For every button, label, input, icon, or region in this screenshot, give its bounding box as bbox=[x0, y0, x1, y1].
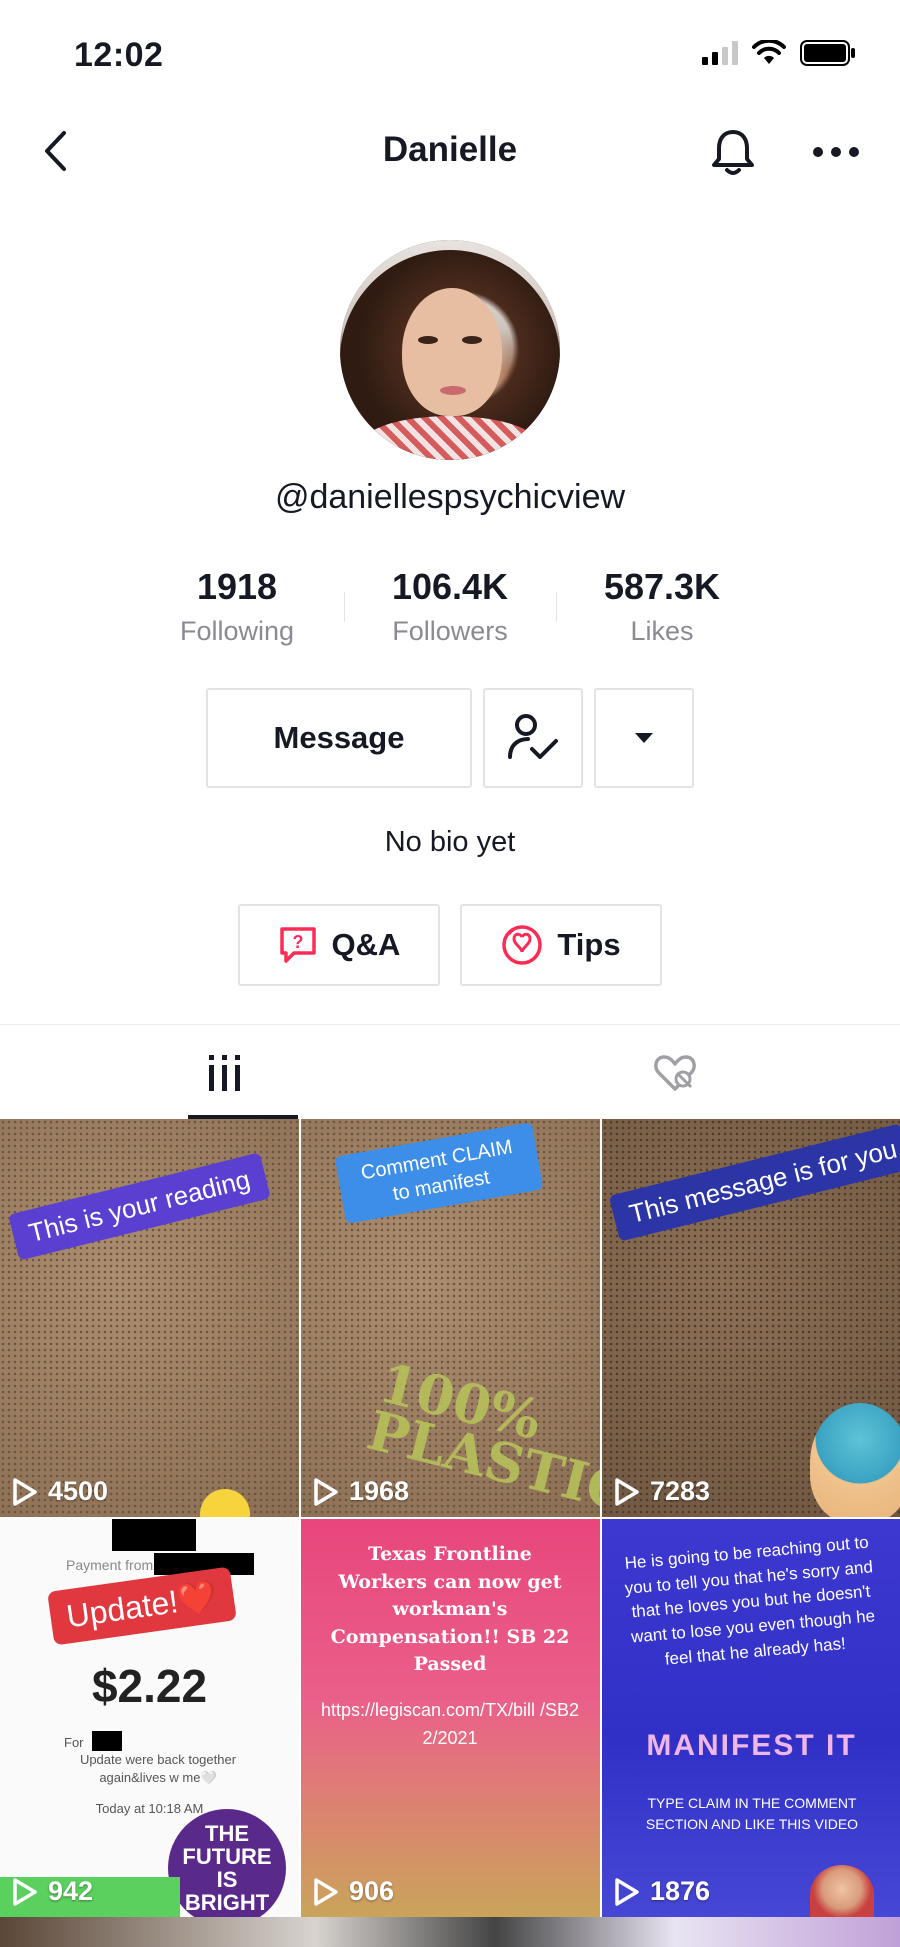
status-icons bbox=[702, 40, 856, 66]
payment-time: Today at 10:18 AM bbox=[95, 1801, 204, 1816]
stat-value: 1918 bbox=[196, 566, 278, 607]
video-cta: TYPE CLAIM IN THE COMMENT SECTION AND LI… bbox=[645, 1795, 859, 1832]
play-icon bbox=[615, 1477, 639, 1506]
tips-label: Tips bbox=[557, 927, 621, 962]
view-count-value: 4500 bbox=[48, 1476, 109, 1506]
stat-likes[interactable]: 587.3K Likes bbox=[562, 566, 762, 647]
wifi-icon bbox=[752, 40, 786, 64]
redaction-bar bbox=[92, 1731, 122, 1751]
tips-heart-icon bbox=[502, 925, 543, 965]
update-badge: Update!❤️ bbox=[47, 1566, 237, 1646]
emoji-sticker bbox=[200, 1489, 250, 1517]
avatar[interactable] bbox=[340, 240, 560, 460]
presenter-thumbnail bbox=[810, 1865, 874, 1917]
redaction-bar bbox=[112, 1519, 196, 1551]
qa-button[interactable]: ? Q&A bbox=[238, 904, 440, 986]
view-count: 4500 bbox=[12, 1476, 108, 1507]
view-count-value: 7283 bbox=[650, 1476, 711, 1506]
top-nav: Danielle bbox=[0, 110, 900, 194]
more-options-button[interactable] bbox=[806, 128, 866, 176]
stat-following[interactable]: 1918 Following bbox=[137, 566, 337, 647]
video-tile[interactable]: This message is for you 7283 bbox=[602, 1119, 900, 1517]
view-count: 906 bbox=[313, 1876, 394, 1907]
notification-button[interactable] bbox=[706, 124, 760, 180]
manifest-title: MANIFEST IT bbox=[646, 1729, 857, 1762]
tab-liked-videos[interactable] bbox=[450, 1025, 900, 1121]
liked-hidden-icon bbox=[654, 1055, 696, 1091]
video-tile[interactable]: He is going to be reaching out to you to… bbox=[602, 1519, 900, 1917]
message-button[interactable]: Message bbox=[206, 688, 472, 788]
bio-text: No bio yet bbox=[384, 826, 516, 858]
stat-label: Followers bbox=[392, 616, 508, 646]
video-tile[interactable]: Texas Frontline Workers can now get work… bbox=[301, 1519, 600, 1917]
stat-label: Likes bbox=[630, 616, 694, 646]
play-icon bbox=[314, 1477, 338, 1506]
stat-label: Following bbox=[179, 616, 295, 646]
play-icon bbox=[13, 1477, 37, 1506]
video-caption: Comment CLAIM to manifest bbox=[334, 1122, 544, 1224]
video-message: He is going to be reaching out to you to… bbox=[623, 1532, 876, 1669]
view-count: 7283 bbox=[614, 1476, 710, 1507]
play-icon bbox=[13, 1877, 37, 1906]
view-count: 1876 bbox=[614, 1876, 710, 1907]
view-count-value: 906 bbox=[349, 1876, 395, 1906]
status-time: 12:02 bbox=[74, 36, 164, 74]
play-icon bbox=[615, 1877, 639, 1906]
user-check-icon bbox=[508, 714, 558, 759]
bell-icon bbox=[712, 130, 754, 175]
stat-followers[interactable]: 106.4K Followers bbox=[350, 566, 550, 647]
video-tile[interactable]: Comment CLAIM to manifest 100% PLASTIC 1… bbox=[301, 1119, 600, 1517]
battery-icon bbox=[800, 40, 855, 66]
stat-value: 587.3K bbox=[603, 566, 721, 607]
page-title: Danielle bbox=[382, 130, 518, 169]
payment-note: Update were back together again&lives w … bbox=[79, 1752, 237, 1785]
character-sticker bbox=[810, 1403, 900, 1517]
amount: $2.22 bbox=[91, 1660, 208, 1712]
qa-label: Q&A bbox=[331, 927, 401, 962]
suggested-accounts-button[interactable] bbox=[594, 688, 694, 788]
following-button[interactable] bbox=[483, 688, 583, 788]
divider bbox=[556, 592, 557, 622]
view-count: 942 bbox=[12, 1876, 93, 1907]
video-caption: This message is for you bbox=[608, 1123, 900, 1242]
next-row-peek bbox=[0, 1917, 900, 1947]
status-bar: 12:02 bbox=[0, 0, 900, 110]
grid-icon bbox=[209, 1055, 240, 1091]
tips-button[interactable]: Tips bbox=[460, 904, 662, 986]
divider bbox=[344, 592, 345, 622]
play-icon bbox=[314, 1877, 338, 1906]
payment-from: Payment from bbox=[66, 1557, 154, 1573]
question-bubble-icon: ? bbox=[279, 927, 316, 963]
svg-text:?: ? bbox=[292, 932, 303, 952]
video-headline: Texas Frontline Workers can now get work… bbox=[330, 1543, 570, 1676]
for-label: For bbox=[64, 1735, 84, 1750]
username-handle: @daniellespsychicview bbox=[274, 478, 626, 516]
video-caption: This is your reading bbox=[8, 1152, 271, 1261]
view-count-value: 1968 bbox=[349, 1476, 410, 1506]
profile-stats: 1918 Following 106.4K Followers 587.3K L… bbox=[0, 566, 900, 646]
view-count-value: 942 bbox=[48, 1876, 94, 1906]
video-tile[interactable]: Payment from Update!❤️ $2.22 For Update … bbox=[0, 1519, 299, 1917]
more-horizontal-icon bbox=[813, 147, 859, 157]
signal-icon bbox=[702, 41, 738, 65]
profile-tabs bbox=[0, 1024, 900, 1120]
view-count: 1968 bbox=[313, 1476, 409, 1507]
caret-down-icon bbox=[635, 733, 653, 743]
video-tile[interactable]: This is your reading 4500 bbox=[0, 1119, 299, 1517]
future-bright-art: THE FUTURE IS BRIGHT bbox=[168, 1809, 286, 1917]
tab-videos[interactable] bbox=[0, 1025, 450, 1121]
view-count-value: 1876 bbox=[650, 1876, 711, 1906]
stat-value: 106.4K bbox=[391, 566, 509, 607]
video-link: https://legiscan.com/TX/bill /SB22/2021 bbox=[320, 1700, 580, 1748]
